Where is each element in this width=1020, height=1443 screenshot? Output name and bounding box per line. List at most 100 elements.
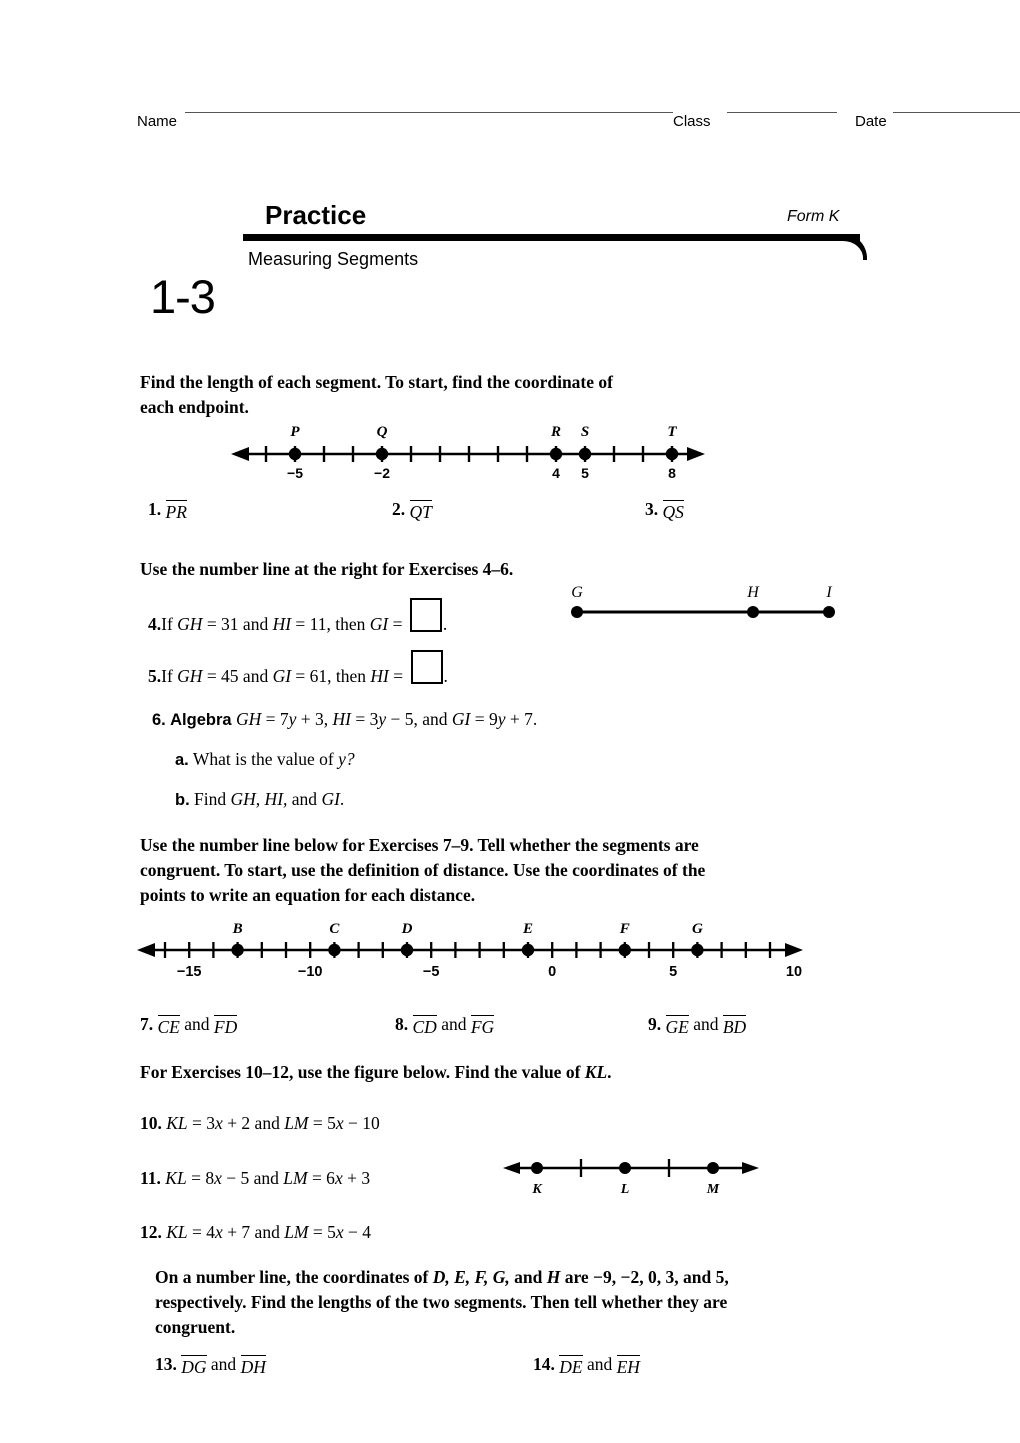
exercise-4-mid-2: = 11, then xyxy=(291,614,370,634)
svg-text:P: P xyxy=(290,424,300,440)
student-info-header: Name Class Date xyxy=(137,98,1020,132)
exercise-6b-period: . xyxy=(339,789,345,809)
exercise-8-segment-b: FG xyxy=(470,1015,495,1037)
lesson-subtitle: Measuring Segments xyxy=(248,249,419,269)
exercise-2-number: 2. xyxy=(392,499,406,519)
exercise-8-number: 8. xyxy=(395,1014,409,1034)
svg-text:T: T xyxy=(667,424,677,440)
exercise-10: 10. KL = 3x + 2 and LM = 5x − 10 xyxy=(140,1111,380,1136)
instruction-5-line-2: respectively. Find the lengths of the tw… xyxy=(155,1292,728,1312)
exercise-6-text-1: = 7 xyxy=(261,709,289,729)
exercise-6b-text: Find xyxy=(194,789,231,809)
svg-text:4: 4 xyxy=(552,465,560,480)
svg-text:G: G xyxy=(571,584,583,601)
exercise-5-answer-box[interactable] xyxy=(410,650,443,684)
exercise-12-x-2: x xyxy=(335,1222,344,1242)
exercise-6-y-2: y xyxy=(378,709,387,729)
instruction-1-line-2: each endpoint. xyxy=(140,397,249,417)
exercise-13: 13. DG and DH xyxy=(155,1352,266,1380)
exercise-6a-text: What is the value of xyxy=(192,749,339,769)
exercise-11-text-1: = 8 xyxy=(186,1168,215,1188)
instruction-1-line-1: Find the length of each segment. To star… xyxy=(140,372,613,392)
exercise-6-var-3: GI xyxy=(451,709,471,729)
instruction-5-point-h: H xyxy=(546,1267,561,1287)
instruction-5-line-3: congruent. xyxy=(155,1317,236,1337)
exercise-5-var-2: GI xyxy=(272,666,292,686)
exercise-4-number: 4. xyxy=(148,614,162,634)
exercise-3-number: 3. xyxy=(645,499,659,519)
svg-text:G: G xyxy=(692,921,703,937)
exercise-6b-and: and xyxy=(287,789,322,809)
exercise-4: 4.If GH = 31 and HI = 11, then GI = . xyxy=(148,598,447,637)
svg-text:S: S xyxy=(581,424,589,440)
exercise-11-x-1: x xyxy=(214,1168,222,1188)
instruction-5-line-1: On a number line, the coordinates of D, … xyxy=(155,1265,729,1290)
exercise-4-answer-box[interactable] xyxy=(409,598,442,632)
exercise-12-text-3: = 5 xyxy=(308,1222,336,1242)
instruction-3-line-1: Use the number line below for Exercises … xyxy=(140,835,699,855)
instruction-block-5: On a number line, the coordinates of D, … xyxy=(155,1265,729,1340)
svg-text:I: I xyxy=(825,584,832,601)
exercise-4-pre: If xyxy=(161,614,178,634)
exercise-12-text-2: + 7 and xyxy=(222,1222,285,1242)
instruction-block-3: Use the number line below for Exercises … xyxy=(140,833,705,908)
instruction-block-2: Use the number line at the right for Exe… xyxy=(140,557,513,582)
date-blank-rule xyxy=(893,112,1020,113)
svg-text:−15: −15 xyxy=(177,964,202,980)
svg-text:5: 5 xyxy=(581,465,589,480)
form-label: Form K xyxy=(787,208,840,225)
exercise-10-x-1: x xyxy=(215,1113,223,1133)
exercise-14-and: and xyxy=(586,1354,613,1374)
exercise-6-text-4: − 5, and xyxy=(386,709,452,729)
exercise-5-var-3: HI xyxy=(370,666,389,686)
exercise-14-segment-b: EH xyxy=(616,1355,640,1377)
exercise-4-mid-1: = 31 and xyxy=(202,614,273,634)
number-line-KLM: K L M xyxy=(495,1148,770,1204)
instruction-4-text: For Exercises 10–12, use the figure belo… xyxy=(140,1062,585,1082)
exercise-12-text-4: − 4 xyxy=(343,1222,372,1242)
instruction-4-variable: KL xyxy=(584,1062,608,1082)
exercise-12-number: 12. xyxy=(140,1222,162,1242)
svg-text:Q: Q xyxy=(377,424,388,440)
exercise-6-text-6: + 7. xyxy=(505,709,538,729)
exercise-12: 12. KL = 4x + 7 and LM = 5x − 4 xyxy=(140,1220,371,1245)
lesson-number: 1-3 xyxy=(150,270,216,323)
exercise-13-segment-b: DH xyxy=(240,1355,266,1377)
exercise-11-number: 11. xyxy=(140,1168,161,1188)
svg-text:D: D xyxy=(401,921,413,937)
exercise-7-number: 7. xyxy=(140,1014,154,1034)
svg-text:F: F xyxy=(619,921,630,937)
svg-text:M: M xyxy=(706,1182,720,1197)
exercise-6a-variable: y? xyxy=(338,749,355,769)
exercise-6b-label: b. xyxy=(175,791,190,809)
date-label: Date xyxy=(855,113,887,130)
name-blank-rule xyxy=(185,112,673,113)
svg-text:B: B xyxy=(232,921,243,937)
exercise-12-var-2: LM xyxy=(284,1222,309,1242)
instruction-5-text-c: are −9, −2, 0, 3, and 5, xyxy=(560,1267,729,1287)
number-line-BCDEFG: B C D E F G −15 −10 −5 0 5 10 xyxy=(133,916,813,980)
exercise-6-text-5: = 9 xyxy=(470,709,498,729)
svg-text:−5: −5 xyxy=(287,465,303,480)
exercise-5-number: 5. xyxy=(148,666,162,686)
exercise-9-number: 9. xyxy=(648,1014,662,1034)
exercise-6b-variable-2: GI xyxy=(321,789,340,809)
exercise-9-segment-b: BD xyxy=(722,1015,747,1037)
exercise-5-var-1: GH xyxy=(177,666,203,686)
svg-text:8: 8 xyxy=(668,465,676,480)
exercise-10-text-3: = 5 xyxy=(308,1113,336,1133)
exercise-9: 9. GE and BD xyxy=(648,1012,747,1040)
svg-text:10: 10 xyxy=(786,964,802,980)
exercise-8-segment-a: CD xyxy=(412,1015,437,1037)
exercise-9-and: and xyxy=(693,1014,719,1034)
exercise-3: 3. QS xyxy=(645,497,684,525)
exercise-10-text-2: + 2 and xyxy=(222,1113,285,1133)
exercise-1-segment: PR xyxy=(165,500,187,522)
exercise-12-text-1: = 4 xyxy=(187,1222,216,1242)
exercise-10-text-4: − 10 xyxy=(343,1113,380,1133)
exercise-11-text-3: = 6 xyxy=(307,1168,335,1188)
exercise-9-segment-a: GE xyxy=(665,1015,689,1037)
exercise-5-pre: If xyxy=(161,666,178,686)
exercise-7-segment-a: CE xyxy=(157,1015,180,1037)
exercise-11: 11. KL = 8x − 5 and LM = 6x + 3 xyxy=(140,1166,370,1191)
